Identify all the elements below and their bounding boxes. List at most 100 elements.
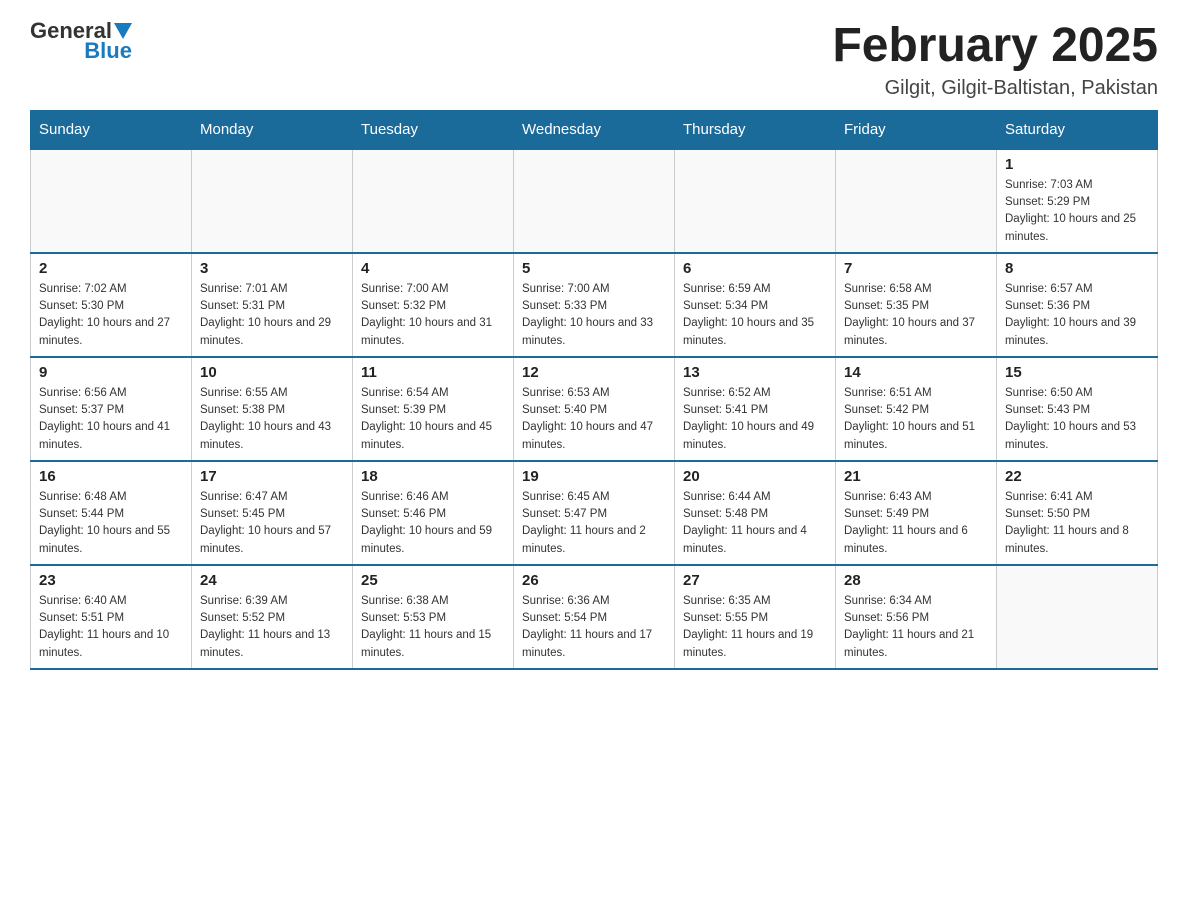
calendar-week-row: 2 Sunrise: 7:02 AM Sunset: 5:30 PM Daylig… bbox=[31, 253, 1158, 357]
calendar-header-saturday: Saturday bbox=[997, 110, 1158, 149]
calendar-day-cell bbox=[31, 149, 192, 253]
day-info: Sunrise: 6:48 AM Sunset: 5:44 PM Dayligh… bbox=[39, 489, 183, 558]
day-info: Sunrise: 6:58 AM Sunset: 5:35 PM Dayligh… bbox=[844, 281, 988, 350]
day-info: Sunrise: 6:55 AM Sunset: 5:38 PM Dayligh… bbox=[200, 385, 344, 454]
day-number: 17 bbox=[200, 468, 344, 485]
calendar-week-row: 16 Sunrise: 6:48 AM Sunset: 5:44 PM Dayli… bbox=[31, 461, 1158, 565]
calendar-header-sunday: Sunday bbox=[31, 110, 192, 149]
day-number: 1 bbox=[1005, 156, 1149, 173]
calendar-day-cell: 24 Sunrise: 6:39 AM Sunset: 5:52 PM Dayli… bbox=[192, 565, 353, 669]
calendar-day-cell: 6 Sunrise: 6:59 AM Sunset: 5:34 PM Daylig… bbox=[675, 253, 836, 357]
day-number: 18 bbox=[361, 468, 505, 485]
day-number: 4 bbox=[361, 260, 505, 277]
calendar-day-cell: 13 Sunrise: 6:52 AM Sunset: 5:41 PM Dayli… bbox=[675, 357, 836, 461]
day-number: 28 bbox=[844, 572, 988, 589]
calendar-day-cell: 3 Sunrise: 7:01 AM Sunset: 5:31 PM Daylig… bbox=[192, 253, 353, 357]
day-info: Sunrise: 6:54 AM Sunset: 5:39 PM Dayligh… bbox=[361, 385, 505, 454]
calendar-day-cell: 23Sunrise: 6:40 AM Sunset: 5:51 PM Dayli… bbox=[31, 565, 192, 669]
calendar-day-cell: 1 Sunrise: 7:03 AM Sunset: 5:29 PM Daylig… bbox=[997, 149, 1158, 253]
day-number: 6 bbox=[683, 260, 827, 277]
day-number: 14 bbox=[844, 364, 988, 381]
day-number: 12 bbox=[522, 364, 666, 381]
day-info: Sunrise: 7:01 AM Sunset: 5:31 PM Dayligh… bbox=[200, 281, 344, 350]
calendar-table: SundayMondayTuesdayWednesdayThursdayFrid… bbox=[30, 110, 1158, 670]
calendar-day-cell bbox=[836, 149, 997, 253]
day-info: Sunrise: 6:41 AM Sunset: 5:50 PM Dayligh… bbox=[1005, 489, 1149, 558]
calendar-day-cell bbox=[192, 149, 353, 253]
day-info: Sunrise: 6:43 AM Sunset: 5:49 PM Dayligh… bbox=[844, 489, 988, 558]
day-info: Sunrise: 6:52 AM Sunset: 5:41 PM Dayligh… bbox=[683, 385, 827, 454]
calendar-day-cell: 2 Sunrise: 7:02 AM Sunset: 5:30 PM Daylig… bbox=[31, 253, 192, 357]
location-title: Gilgit, Gilgit-Baltistan, Pakistan bbox=[832, 77, 1158, 100]
calendar-day-cell: 15Sunrise: 6:50 AM Sunset: 5:43 PM Dayli… bbox=[997, 357, 1158, 461]
day-info: Sunrise: 7:00 AM Sunset: 5:33 PM Dayligh… bbox=[522, 281, 666, 350]
day-info: Sunrise: 7:03 AM Sunset: 5:29 PM Dayligh… bbox=[1005, 177, 1149, 246]
calendar-week-row: 1 Sunrise: 7:03 AM Sunset: 5:29 PM Daylig… bbox=[31, 149, 1158, 253]
calendar-day-cell: 12 Sunrise: 6:53 AM Sunset: 5:40 PM Dayli… bbox=[514, 357, 675, 461]
title-block: February 2025 Gilgit, Gilgit-Baltistan, … bbox=[832, 20, 1158, 100]
calendar-header-wednesday: Wednesday bbox=[514, 110, 675, 149]
calendar-day-cell bbox=[997, 565, 1158, 669]
calendar-day-cell: 17 Sunrise: 6:47 AM Sunset: 5:45 PM Dayli… bbox=[192, 461, 353, 565]
day-info: Sunrise: 7:00 AM Sunset: 5:32 PM Dayligh… bbox=[361, 281, 505, 350]
calendar-day-cell bbox=[353, 149, 514, 253]
calendar-day-cell: 14 Sunrise: 6:51 AM Sunset: 5:42 PM Dayli… bbox=[836, 357, 997, 461]
calendar-day-cell: 26 Sunrise: 6:36 AM Sunset: 5:54 PM Dayli… bbox=[514, 565, 675, 669]
day-info: Sunrise: 6:36 AM Sunset: 5:54 PM Dayligh… bbox=[522, 593, 666, 662]
calendar-header-tuesday: Tuesday bbox=[353, 110, 514, 149]
day-number: 20 bbox=[683, 468, 827, 485]
day-info: Sunrise: 6:56 AM Sunset: 5:37 PM Dayligh… bbox=[39, 385, 183, 454]
day-info: Sunrise: 7:02 AM Sunset: 5:30 PM Dayligh… bbox=[39, 281, 183, 350]
day-info: Sunrise: 6:34 AM Sunset: 5:56 PM Dayligh… bbox=[844, 593, 988, 662]
calendar-week-row: 23Sunrise: 6:40 AM Sunset: 5:51 PM Dayli… bbox=[31, 565, 1158, 669]
day-info: Sunrise: 6:47 AM Sunset: 5:45 PM Dayligh… bbox=[200, 489, 344, 558]
day-number: 19 bbox=[522, 468, 666, 485]
day-number: 7 bbox=[844, 260, 988, 277]
day-number: 16 bbox=[39, 468, 183, 485]
day-info: Sunrise: 6:39 AM Sunset: 5:52 PM Dayligh… bbox=[200, 593, 344, 662]
day-number: 5 bbox=[522, 260, 666, 277]
calendar-day-cell: 25Sunrise: 6:38 AM Sunset: 5:53 PM Dayli… bbox=[353, 565, 514, 669]
calendar-day-cell bbox=[514, 149, 675, 253]
logo: General Blue bbox=[30, 20, 132, 62]
day-number: 2 bbox=[39, 260, 183, 277]
day-info: Sunrise: 6:35 AM Sunset: 5:55 PM Dayligh… bbox=[683, 593, 827, 662]
day-info: Sunrise: 6:45 AM Sunset: 5:47 PM Dayligh… bbox=[522, 489, 666, 558]
calendar-day-cell: 20 Sunrise: 6:44 AM Sunset: 5:48 PM Dayli… bbox=[675, 461, 836, 565]
calendar-day-cell: 5 Sunrise: 7:00 AM Sunset: 5:33 PM Daylig… bbox=[514, 253, 675, 357]
calendar-day-cell: 10 Sunrise: 6:55 AM Sunset: 5:38 PM Dayli… bbox=[192, 357, 353, 461]
calendar-day-cell: 4 Sunrise: 7:00 AM Sunset: 5:32 PM Daylig… bbox=[353, 253, 514, 357]
calendar-day-cell: 18 Sunrise: 6:46 AM Sunset: 5:46 PM Dayli… bbox=[353, 461, 514, 565]
day-number: 26 bbox=[522, 572, 666, 589]
calendar-day-cell: 11 Sunrise: 6:54 AM Sunset: 5:39 PM Dayli… bbox=[353, 357, 514, 461]
day-info: Sunrise: 6:53 AM Sunset: 5:40 PM Dayligh… bbox=[522, 385, 666, 454]
calendar-day-cell: 9Sunrise: 6:56 AM Sunset: 5:37 PM Daylig… bbox=[31, 357, 192, 461]
day-info: Sunrise: 6:57 AM Sunset: 5:36 PM Dayligh… bbox=[1005, 281, 1149, 350]
calendar-day-cell: 16 Sunrise: 6:48 AM Sunset: 5:44 PM Dayli… bbox=[31, 461, 192, 565]
day-info: Sunrise: 6:59 AM Sunset: 5:34 PM Dayligh… bbox=[683, 281, 827, 350]
day-info: Sunrise: 6:40 AM Sunset: 5:51 PM Dayligh… bbox=[39, 593, 183, 662]
calendar-day-cell: 21 Sunrise: 6:43 AM Sunset: 5:49 PM Dayli… bbox=[836, 461, 997, 565]
calendar-day-cell: 27 Sunrise: 6:35 AM Sunset: 5:55 PM Dayli… bbox=[675, 565, 836, 669]
calendar-day-cell: 19 Sunrise: 6:45 AM Sunset: 5:47 PM Dayli… bbox=[514, 461, 675, 565]
day-number: 27 bbox=[683, 572, 827, 589]
page-header: General Blue February 2025 Gilgit, Gilgi… bbox=[30, 20, 1158, 100]
day-number: 22 bbox=[1005, 468, 1149, 485]
logo-blue-text: Blue bbox=[84, 40, 132, 62]
day-number: 13 bbox=[683, 364, 827, 381]
day-info: Sunrise: 6:46 AM Sunset: 5:46 PM Dayligh… bbox=[361, 489, 505, 558]
day-number: 3 bbox=[200, 260, 344, 277]
day-number: 10 bbox=[200, 364, 344, 381]
calendar-header-thursday: Thursday bbox=[675, 110, 836, 149]
day-number: 24 bbox=[200, 572, 344, 589]
day-info: Sunrise: 6:51 AM Sunset: 5:42 PM Dayligh… bbox=[844, 385, 988, 454]
day-info: Sunrise: 6:38 AM Sunset: 5:53 PM Dayligh… bbox=[361, 593, 505, 662]
calendar-header-row: SundayMondayTuesdayWednesdayThursdayFrid… bbox=[31, 110, 1158, 149]
day-number: 11 bbox=[361, 364, 505, 381]
day-number: 21 bbox=[844, 468, 988, 485]
month-title: February 2025 bbox=[832, 20, 1158, 73]
day-info: Sunrise: 6:44 AM Sunset: 5:48 PM Dayligh… bbox=[683, 489, 827, 558]
calendar-header-friday: Friday bbox=[836, 110, 997, 149]
day-info: Sunrise: 6:50 AM Sunset: 5:43 PM Dayligh… bbox=[1005, 385, 1149, 454]
calendar-week-row: 9Sunrise: 6:56 AM Sunset: 5:37 PM Daylig… bbox=[31, 357, 1158, 461]
